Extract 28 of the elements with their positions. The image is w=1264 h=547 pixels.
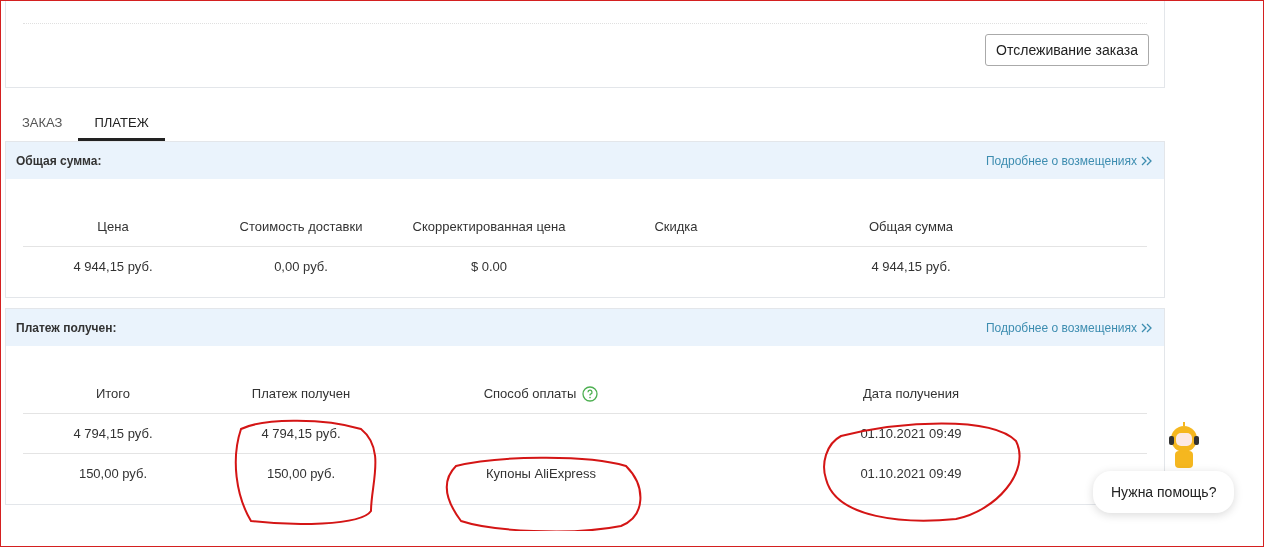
column-header: Скорректированная цена xyxy=(412,217,566,236)
table-cell-text: 4 944,15 руб. xyxy=(73,258,153,277)
table-cell-text: 4 794,15 руб. xyxy=(73,424,153,443)
double-chevron-icon xyxy=(1141,322,1152,333)
column-header: Цена xyxy=(97,217,129,236)
table-cell-text: 0,00 руб. xyxy=(274,258,328,277)
column-header: Стоимость доставки xyxy=(239,217,363,236)
tab[interactable]: ЗАКАЗ xyxy=(18,107,67,141)
column-header: Способ оплаты xyxy=(483,384,577,403)
table-cell-text: Купоны AliExpress xyxy=(486,465,596,484)
table-cell-text: 150,00 руб. xyxy=(266,465,336,484)
table-cell-text: 150,00 руб. xyxy=(78,465,148,484)
section-title: Общая сумма: xyxy=(16,152,102,170)
column-header: Итого xyxy=(95,384,131,403)
help-chat-button[interactable]: Нужна помощь? xyxy=(1093,471,1235,513)
column-header: Дата получения xyxy=(863,384,959,403)
table-cell-text: 01.10.2021 09:49 xyxy=(860,465,962,484)
help-icon[interactable] xyxy=(582,385,599,402)
table-cell-text: 4 794,15 руб. xyxy=(261,424,341,443)
table-cell-text: $ 0.00 xyxy=(470,258,508,277)
section-title: Платеж получен: xyxy=(16,319,117,337)
column-header: Общая сумма xyxy=(868,217,954,236)
column-header: Скидка xyxy=(654,217,698,236)
table-cell-text: 01.10.2021 09:49 xyxy=(860,424,962,443)
track-order-button[interactable]: Отслеживание заказа xyxy=(985,34,1149,66)
column-header: Платеж получен xyxy=(251,384,351,403)
double-chevron-icon xyxy=(1141,155,1152,166)
table-cell-text: 4 944,15 руб. xyxy=(871,258,951,277)
